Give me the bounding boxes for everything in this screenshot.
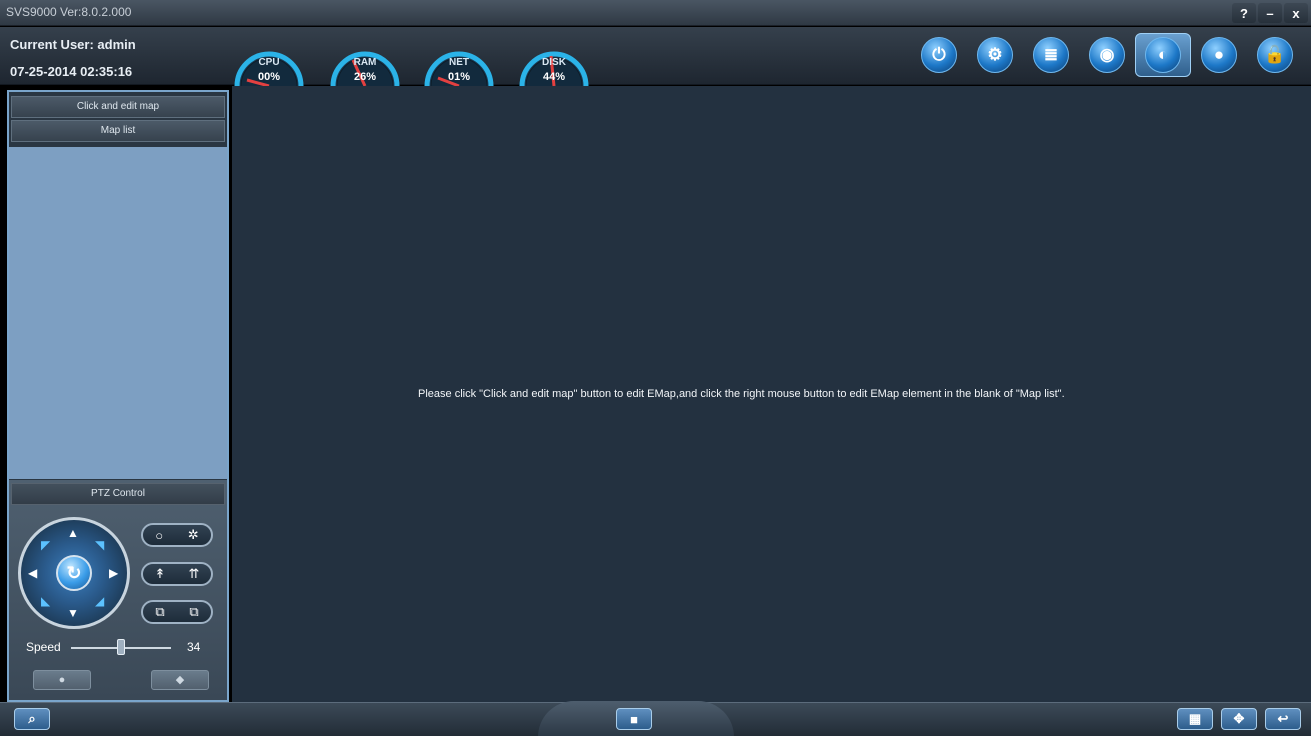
focus-far-icon[interactable]: ⇈: [189, 566, 200, 582]
gauge-value: 26%: [353, 71, 377, 83]
disk-gauge: DISK 44%: [516, 34, 592, 87]
click-and-edit-map-button[interactable]: Click and edit map: [11, 96, 225, 118]
back-arrow-icon: ↩: [1277, 711, 1289, 726]
ptz-control-section: PTZ Control ▲ ▼ ◀ ▶ ◤ ◥ ◣ ◢ ↻ ○ ✲ ↟ ⇈ ⧉ …: [9, 480, 227, 700]
camera-icon: ●: [1201, 37, 1237, 73]
down-left-arrow-icon[interactable]: ◣: [41, 594, 50, 608]
up-left-arrow-icon[interactable]: ◤: [41, 538, 50, 552]
playback-button[interactable]: ◉: [1079, 33, 1135, 77]
iris-close-icon[interactable]: ✲: [188, 527, 199, 543]
up-arrow-icon[interactable]: ▲: [67, 526, 79, 540]
focus-near-icon[interactable]: ↟: [155, 566, 166, 582]
zoom-out-icon[interactable]: ⧉: [155, 604, 164, 620]
move-arrows-icon: ✥: [1233, 711, 1245, 726]
gauge-label: NET: [449, 57, 469, 68]
snapshot-button[interactable]: ■: [616, 708, 652, 730]
snapshot-camera-icon: ■: [630, 711, 638, 727]
gauge-value: 00%: [257, 71, 281, 83]
search-button[interactable]: ⌕: [14, 708, 50, 730]
emap-hint-text: Please click "Click and edit map" button…: [418, 388, 1065, 400]
speed-label: Speed: [26, 640, 61, 654]
gauge-value: 44%: [542, 71, 566, 83]
minimize-button[interactable]: –: [1258, 3, 1282, 23]
search-icon: ⌕: [28, 711, 36, 726]
left-arrow-icon[interactable]: ◀: [28, 566, 37, 580]
search-record-button[interactable]: ≣: [1023, 33, 1079, 77]
wiper-icon: ◆: [175, 674, 185, 686]
emap-view[interactable]: Please click "Click and edit map" button…: [232, 86, 1311, 702]
power-button[interactable]: ⏻: [911, 33, 967, 77]
gauge-label: CPU: [258, 57, 280, 68]
grid-icon: ▦: [1188, 711, 1202, 726]
iris-open-icon[interactable]: ○: [155, 528, 163, 543]
help-button[interactable]: ?: [1232, 3, 1256, 23]
settings-button[interactable]: ⚙: [967, 33, 1023, 77]
fullscreen-button[interactable]: ✥: [1221, 708, 1257, 730]
map-list[interactable]: [9, 147, 227, 479]
cpu-gauge: CPU 00%: [231, 34, 307, 88]
lock-icon: 🔓: [1257, 37, 1293, 73]
focus-buttons[interactable]: ↟ ⇈: [141, 562, 213, 586]
playback-icon: ◉: [1089, 37, 1125, 73]
net-gauge: NET 01%: [421, 34, 497, 88]
iris-buttons[interactable]: ○ ✲: [141, 523, 213, 547]
close-button[interactable]: x: [1284, 3, 1308, 23]
up-right-arrow-icon[interactable]: ◥: [95, 538, 104, 552]
map-list-header[interactable]: Map list: [11, 120, 225, 142]
down-right-arrow-icon[interactable]: ◢: [95, 594, 104, 608]
zoom-buttons[interactable]: ⧉ ⧉: [141, 600, 213, 624]
app-title: SVS9000 Ver:8.0.2.000: [6, 5, 132, 19]
title-bar: SVS9000 Ver:8.0.2.000 ? – x: [0, 0, 1311, 26]
ptz-direction-dial[interactable]: ▲ ▼ ◀ ▶ ◤ ◥ ◣ ◢ ↻: [18, 517, 130, 629]
bottom-bar: ⌕ ■ ▦ ✥ ↩: [0, 701, 1311, 736]
gauge-label: DISK: [542, 57, 566, 68]
speed-slider-thumb[interactable]: [117, 639, 125, 655]
ram-gauge: RAM 26%: [327, 34, 403, 87]
layout-grid-button[interactable]: ▦: [1177, 708, 1213, 730]
left-panel: Click and edit map Map list PTZ Control …: [7, 90, 229, 702]
speed-value: 34: [187, 640, 201, 654]
current-datetime: 07-25-2014 02:35:16: [10, 64, 133, 79]
search-record-icon: ≣: [1033, 37, 1069, 73]
auto-scan-icon[interactable]: ↻: [56, 555, 92, 591]
ptz-control-title: PTZ Control: [11, 483, 225, 505]
wiper-button[interactable]: ◆: [151, 670, 209, 690]
lock-button[interactable]: 🔓: [1247, 33, 1303, 77]
settings-icon: ⚙: [977, 37, 1013, 73]
gauge-value: 01%: [447, 71, 471, 83]
emap-icon: ◐: [1145, 37, 1181, 73]
light-bulb-icon: ●: [58, 674, 66, 686]
window-controls: ? – x: [1232, 3, 1308, 23]
header: Current User: admin 07-25-2014 02:35:16 …: [0, 27, 1311, 88]
main-toolbar: ⏻ ⚙ ≣ ◉ ◐ ● 🔓: [911, 33, 1303, 77]
current-user: Current User: admin: [10, 37, 136, 52]
light-button[interactable]: ●: [33, 670, 91, 690]
back-button[interactable]: ↩: [1265, 708, 1301, 730]
right-arrow-icon[interactable]: ▶: [109, 566, 118, 580]
down-arrow-icon[interactable]: ▼: [67, 606, 79, 620]
gauge-label: RAM: [353, 57, 377, 68]
emap-button[interactable]: ◐: [1135, 33, 1191, 77]
camera-button[interactable]: ●: [1191, 33, 1247, 77]
zoom-in-icon[interactable]: ⧉: [189, 604, 198, 620]
power-icon: ⏻: [921, 37, 957, 73]
